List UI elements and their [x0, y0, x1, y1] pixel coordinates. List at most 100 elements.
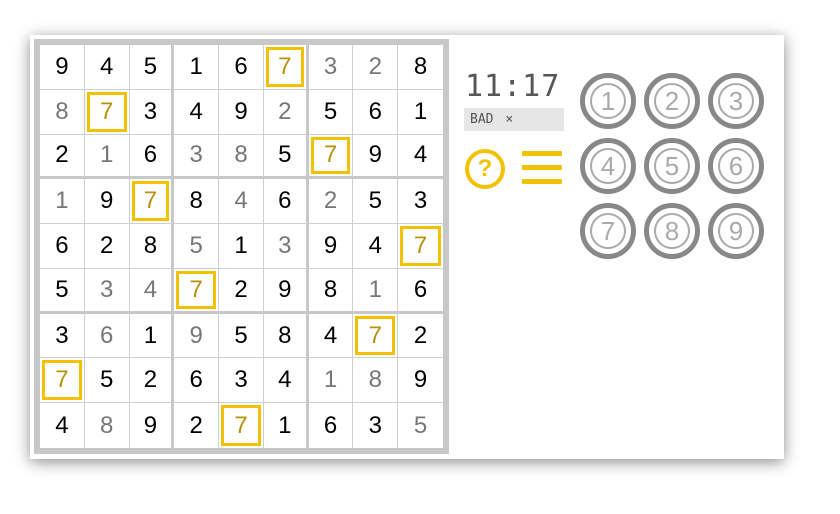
sudoku-cell-r3-c7[interactable]: 7	[308, 134, 354, 180]
sudoku-cell-r8-c5[interactable]: 3	[219, 358, 264, 404]
sudoku-cell-r4-c6[interactable]: 6	[263, 179, 309, 225]
sudoku-cell-r9-c5[interactable]: 7	[219, 403, 264, 448]
number-button-9[interactable]: 9	[708, 203, 764, 259]
number-button-8[interactable]: 8	[644, 203, 700, 259]
number-button-label: 7	[590, 213, 626, 249]
sudoku-cell-r3-c3[interactable]: 6	[129, 134, 175, 180]
number-button-label: 6	[718, 148, 754, 184]
sudoku-cell-r6-c5[interactable]: 2	[219, 268, 264, 314]
sudoku-cell-r2-c1[interactable]: 8	[40, 89, 85, 135]
number-button-label: 3	[718, 83, 754, 119]
sudoku-cell-r1-c6[interactable]: 7	[263, 45, 309, 90]
sudoku-cell-r5-c6[interactable]: 3	[263, 224, 309, 269]
sudoku-cell-r6-c6[interactable]: 9	[263, 268, 309, 314]
sudoku-cell-r7-c2[interactable]: 6	[84, 313, 130, 359]
sudoku-cell-r8-c7[interactable]: 1	[308, 358, 354, 404]
sudoku-cell-r7-c9[interactable]: 2	[398, 314, 443, 359]
sudoku-cell-r3-c9[interactable]: 4	[398, 135, 443, 180]
sudoku-cell-r6-c3[interactable]: 4	[129, 268, 175, 314]
sudoku-cell-r6-c4[interactable]: 7	[174, 268, 220, 314]
number-button-label: 8	[654, 213, 690, 249]
sudoku-cell-r1-c1[interactable]: 9	[40, 45, 85, 90]
sudoku-cell-r3-c4[interactable]: 3	[174, 134, 220, 180]
sudoku-cell-r3-c6[interactable]: 5	[263, 134, 309, 180]
sudoku-cell-r4-c7[interactable]: 2	[308, 179, 354, 225]
number-button-2[interactable]: 2	[644, 73, 700, 129]
sudoku-cell-r3-c2[interactable]: 1	[84, 134, 130, 180]
sudoku-cell-r7-c4[interactable]: 9	[174, 313, 220, 359]
sudoku-cell-r7-c6[interactable]: 8	[263, 313, 309, 359]
sudoku-cell-r3-c8[interactable]: 9	[353, 134, 399, 180]
number-button-6[interactable]: 6	[708, 138, 764, 194]
sudoku-cell-r7-c3[interactable]: 1	[129, 313, 175, 359]
sudoku-cell-r2-c2[interactable]: 7	[84, 89, 130, 135]
sudoku-cell-r3-c1[interactable]: 2	[40, 134, 85, 180]
menu-button[interactable]	[522, 151, 562, 185]
sudoku-board: 9451673288734925612163857941978462536285…	[34, 39, 449, 454]
sudoku-cell-r1-c8[interactable]: 2	[353, 45, 399, 90]
sudoku-cell-r7-c5[interactable]: 5	[219, 313, 264, 359]
sudoku-cell-r4-c9[interactable]: 3	[398, 179, 443, 225]
sudoku-cell-r9-c2[interactable]: 8	[85, 403, 130, 448]
sudoku-cell-r5-c2[interactable]: 2	[84, 224, 130, 269]
sudoku-cell-r3-c5[interactable]: 8	[219, 134, 264, 180]
sudoku-cell-r5-c4[interactable]: 5	[174, 224, 220, 269]
sudoku-cell-r2-c5[interactable]: 9	[219, 89, 264, 135]
sudoku-cell-r9-c6[interactable]: 1	[264, 403, 309, 448]
sudoku-cell-r5-c7[interactable]: 9	[308, 224, 354, 269]
sudoku-cell-r6-c1[interactable]: 5	[40, 268, 85, 314]
sudoku-cell-r7-c7[interactable]: 4	[308, 313, 354, 359]
sudoku-cell-r7-c8[interactable]: 7	[353, 313, 399, 359]
sudoku-cell-r5-c1[interactable]: 6	[40, 224, 85, 269]
sudoku-cell-r9-c7[interactable]: 6	[309, 403, 354, 448]
sudoku-cell-r9-c4[interactable]: 2	[174, 403, 220, 448]
sudoku-cell-r1-c3[interactable]: 5	[129, 45, 175, 90]
sudoku-cell-r1-c4[interactable]: 1	[174, 45, 220, 90]
sudoku-cell-r8-c4[interactable]: 6	[174, 358, 220, 404]
sudoku-cell-r4-c5[interactable]: 4	[219, 179, 264, 225]
number-button-1[interactable]: 1	[580, 73, 636, 129]
sudoku-cell-r6-c2[interactable]: 3	[84, 268, 130, 314]
sudoku-cell-r4-c8[interactable]: 5	[353, 179, 399, 225]
sudoku-cell-r9-c1[interactable]: 4	[40, 403, 85, 448]
number-button-7[interactable]: 7	[580, 203, 636, 259]
sudoku-cell-r8-c3[interactable]: 2	[129, 358, 175, 404]
sudoku-cell-r2-c3[interactable]: 3	[129, 89, 175, 135]
sudoku-cell-r9-c8[interactable]: 3	[353, 403, 399, 448]
sudoku-cell-r2-c4[interactable]: 4	[174, 89, 220, 135]
sudoku-cell-r8-c9[interactable]: 9	[398, 358, 443, 404]
sudoku-cell-r2-c9[interactable]: 1	[398, 90, 443, 135]
sudoku-cell-r8-c2[interactable]: 5	[84, 358, 130, 404]
sudoku-cell-r5-c8[interactable]: 4	[353, 224, 399, 269]
sudoku-cell-r8-c8[interactable]: 8	[353, 358, 399, 404]
sudoku-cell-r9-c9[interactable]: 5	[398, 403, 443, 448]
sudoku-cell-r1-c9[interactable]: 8	[398, 45, 443, 90]
number-button-5[interactable]: 5	[644, 138, 700, 194]
sudoku-cell-r2-c7[interactable]: 5	[308, 89, 354, 135]
sudoku-cell-r6-c9[interactable]: 6	[398, 269, 443, 314]
sudoku-cell-r7-c1[interactable]: 3	[40, 313, 85, 359]
sudoku-cell-r1-c7[interactable]: 3	[308, 45, 354, 90]
sudoku-cell-r2-c6[interactable]: 2	[263, 89, 309, 135]
sudoku-cell-r5-c3[interactable]: 8	[129, 224, 175, 269]
help-button[interactable]: ?	[465, 149, 505, 189]
sudoku-cell-r4-c1[interactable]: 1	[40, 179, 85, 225]
sudoku-cell-r9-c3[interactable]: 9	[130, 403, 175, 448]
sudoku-cell-r8-c6[interactable]: 4	[263, 358, 309, 404]
sudoku-cell-r2-c8[interactable]: 6	[353, 89, 399, 135]
sudoku-cell-r1-c5[interactable]: 6	[219, 45, 264, 90]
sudoku-cell-r4-c3[interactable]: 7	[129, 179, 175, 225]
sudoku-cell-r4-c4[interactable]: 8	[174, 179, 220, 225]
sudoku-cell-r1-c2[interactable]: 4	[84, 45, 130, 90]
sudoku-cell-r6-c8[interactable]: 1	[353, 268, 399, 314]
sudoku-cell-r5-c9[interactable]: 7	[398, 224, 443, 269]
badge-close-icon[interactable]: ×	[505, 112, 513, 127]
sudoku-cell-r4-c2[interactable]: 9	[84, 179, 130, 225]
number-button-label: 4	[590, 148, 626, 184]
number-button-label: 9	[718, 213, 754, 249]
sudoku-cell-r8-c1[interactable]: 7	[40, 358, 85, 404]
number-button-4[interactable]: 4	[580, 138, 636, 194]
sudoku-cell-r6-c7[interactable]: 8	[308, 268, 354, 314]
number-button-3[interactable]: 3	[708, 73, 764, 129]
sudoku-cell-r5-c5[interactable]: 1	[219, 224, 264, 269]
